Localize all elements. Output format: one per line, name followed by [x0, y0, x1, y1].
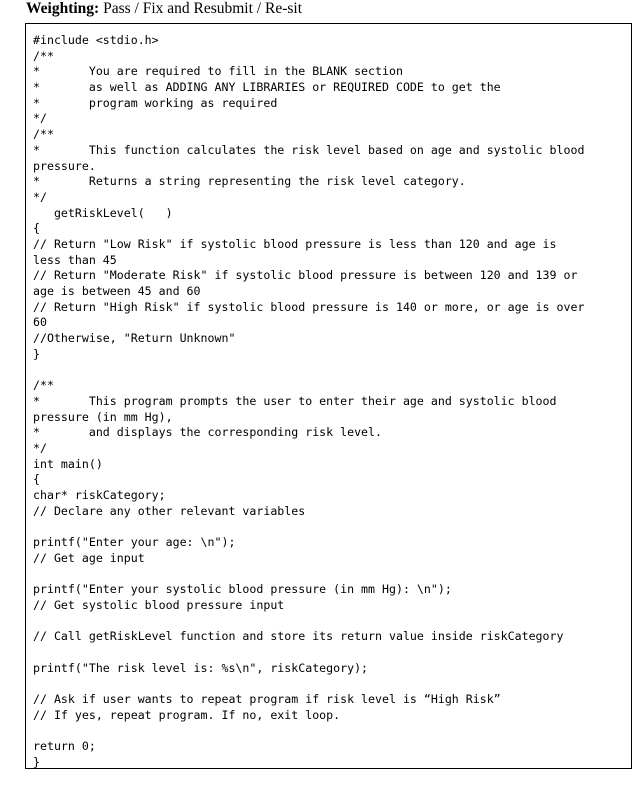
code-line: } [33, 346, 40, 361]
code-line: // Declare any other relevant variables [33, 503, 306, 518]
code-line: // Get age input [33, 550, 145, 565]
code-line: 60 [33, 315, 47, 330]
code-line: * program working as required [33, 95, 278, 110]
code-line: } [33, 754, 40, 769]
code-line: pressure. [33, 158, 96, 173]
code-line: * and displays the corresponding risk le… [33, 425, 383, 440]
code-line: /** [33, 378, 54, 393]
code-line: int main() [33, 456, 103, 471]
code-line: /** [33, 127, 54, 142]
code-line: char* riskCategory; [33, 487, 166, 502]
code-line: printf("Enter your age: \n"); [33, 535, 236, 549]
weighting-label: Weighting: [26, 0, 100, 17]
code-line: * This program prompts the user to enter… [33, 393, 557, 408]
code-line: // Get systolic blood pressure input [33, 597, 285, 612]
code-line: printf("The risk level is: %s\n", riskCa… [33, 660, 369, 675]
code-line: getRiskLevel( ) [33, 205, 173, 220]
code-line: return 0; [33, 738, 96, 753]
code-line: /** [33, 48, 54, 63]
code-line: */ [33, 189, 47, 204]
code-line: printf("Enter your systolic blood pressu… [33, 582, 452, 597]
code-block: #include <stdio.h> /** * You are require… [33, 33, 627, 770]
code-line: * You are required to fill in the BLANK … [33, 64, 403, 79]
code-line: * This function calculates the risk leve… [33, 142, 585, 157]
weighting-value: Pass / Fix and Resubmit / Re-sit [99, 0, 303, 17]
code-line: */ [33, 440, 47, 455]
code-line: // Return "Moderate Risk" if systolic bl… [33, 268, 578, 283]
code-line: // If yes, repeat program. If no, exit l… [33, 707, 341, 722]
code-line: // Return "Low Risk" if systolic blood p… [33, 236, 557, 251]
code-line: //Otherwise, "Return Unknown" [33, 331, 236, 346]
code-line: #include <stdio.h> [33, 33, 159, 47]
code-line: * Returns a string representing the risk… [33, 174, 466, 189]
code-line: pressure (in mm Hg), [33, 409, 173, 424]
code-line: // Call getRiskLevel function and store … [33, 629, 564, 644]
code-line: // Ask if user wants to repeat program i… [33, 691, 501, 706]
code-line: { [33, 221, 40, 236]
code-line: less than 45 [33, 252, 117, 267]
code-line: { [33, 472, 40, 487]
code-box: #include <stdio.h> /** * You are require… [25, 23, 632, 769]
weighting-header: Weighting: Pass / Fix and Resubmit / Re-… [26, 0, 302, 22]
code-line: */ [33, 111, 47, 126]
code-line: age is between 45 and 60 [33, 284, 201, 298]
code-line: // Return "High Risk" if systolic blood … [33, 299, 585, 314]
code-line: * as well as ADDING ANY LIBRARIES or REQ… [33, 80, 501, 95]
